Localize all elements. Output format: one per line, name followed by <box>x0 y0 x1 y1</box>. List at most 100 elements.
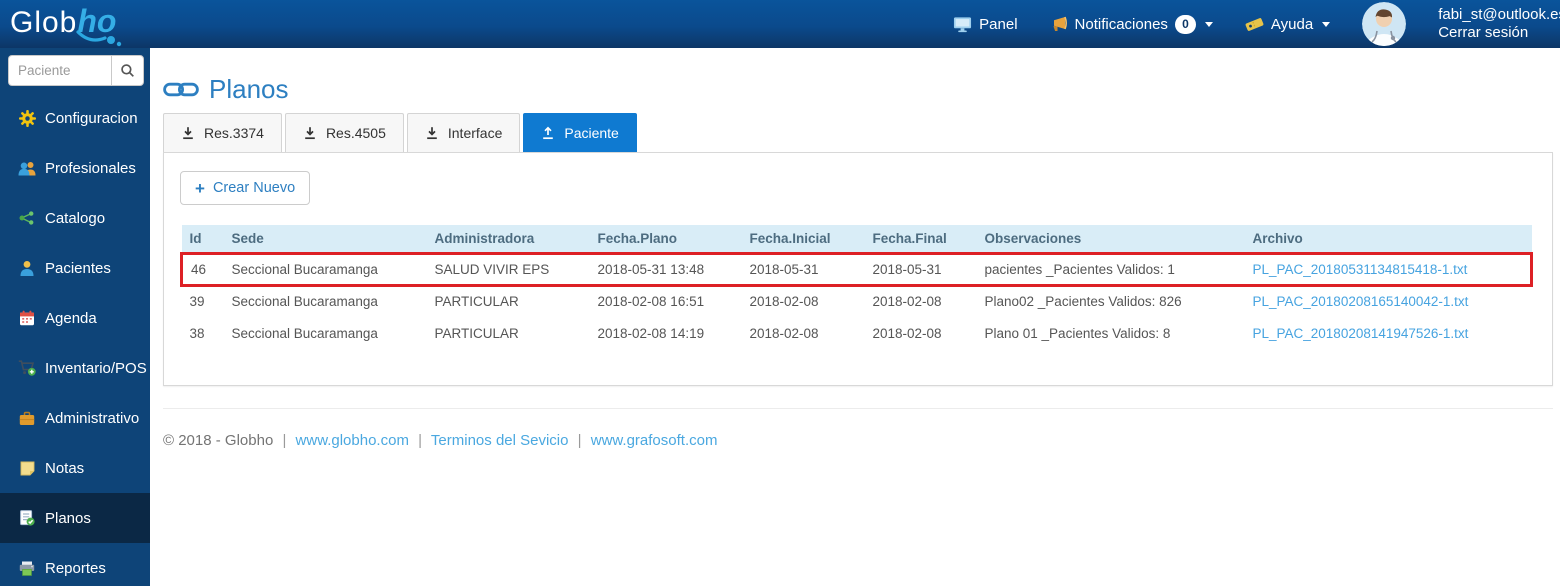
copyright-text: © 2018 - Globho <box>163 432 274 449</box>
table-row: 39 Seccional Bucaramanga PARTICULAR 2018-02… <box>181 285 1532 317</box>
main-content: Planos Res.3374 Res.4505 Interface Pacie… <box>150 48 1560 586</box>
printer-icon <box>18 559 36 577</box>
chevron-down-icon <box>1204 21 1213 27</box>
cell-sede: Seccional Bucaramanga <box>223 251 427 287</box>
page-title: Planos <box>163 74 1553 104</box>
tab-res-4505[interactable]: Res.4505 <box>284 113 404 152</box>
col-observaciones: Observaciones <box>976 225 1245 253</box>
sidebar-item-label: Inventario/POS <box>45 359 147 377</box>
tab-label: Interface <box>447 125 503 141</box>
share-dots-icon <box>18 209 36 227</box>
col-sede: Sede <box>223 225 427 253</box>
person-icon <box>18 259 36 277</box>
tab-label: Res.4505 <box>325 125 386 141</box>
nav-ayuda-label: Ayuda <box>1270 15 1314 33</box>
footer-separator: | <box>418 432 423 449</box>
logo-swoosh-icon <box>76 30 122 47</box>
download-icon <box>427 127 437 140</box>
nav-panel[interactable]: Panel <box>953 16 1018 33</box>
cell-sede: Seccional Bucaramanga <box>223 285 427 317</box>
user-email: fabi_st@outlook.es <box>1438 6 1560 23</box>
page-title-text: Planos <box>209 74 289 104</box>
sidebar: Configuracion Profesionales Catalogo <box>0 48 150 586</box>
sidebar-item-configuracion[interactable]: Configuracion <box>0 93 150 143</box>
tab-bar: Res.3374 Res.4505 Interface Paciente <box>163 113 1553 152</box>
sidebar-item-label: Administrativo <box>45 409 140 427</box>
sidebar-item-planos[interactable]: Planos <box>0 493 150 543</box>
megaphone-icon <box>1053 16 1067 31</box>
archivo-link[interactable]: PL_PAC_20180208165140042-1.txt <box>1253 294 1469 309</box>
logo-text-primary: Glob <box>10 6 78 39</box>
cell-id: 46 <box>180 251 224 287</box>
tab-label: Paciente <box>564 125 619 141</box>
cell-administradora: SALUD VIVIR EPS <box>426 251 590 287</box>
cell-id: 39 <box>181 285 224 317</box>
monitor-icon <box>954 16 972 32</box>
sidebar-item-label: Profesionales <box>45 159 136 177</box>
footer-link-terminos[interactable]: Terminos del Sevicio <box>431 432 569 449</box>
sidebar-item-profesionales[interactable]: Profesionales <box>0 143 150 193</box>
table-header: Id Sede Administradora Fecha.Plano Fecha… <box>181 225 1532 253</box>
sidebar-item-label: Notas <box>45 459 85 477</box>
cell-administradora: PARTICULAR <box>426 317 590 349</box>
user-avatar[interactable] <box>1362 2 1407 46</box>
sidebar-item-reportes[interactable]: Reportes <box>0 543 150 586</box>
col-fecha-final: Fecha.Final <box>864 225 977 253</box>
sidebar-item-label: Agenda <box>45 309 97 327</box>
user-info: fabi_st@outlook.es Cerrar sesión <box>1438 6 1560 42</box>
tab-paciente[interactable]: Paciente <box>523 113 637 152</box>
sidebar-item-label: Configuracion <box>45 109 138 127</box>
sidebar-item-label: Pacientes <box>45 259 111 277</box>
col-archivo: Archivo <box>1244 225 1532 253</box>
nav-ayuda[interactable]: Ayuda <box>1245 15 1331 33</box>
sidebar-item-pacientes[interactable]: Pacientes <box>0 243 150 293</box>
cell-archivo: PL_PAC_20180208165140042-1.txt <box>1244 285 1532 317</box>
sidebar-item-catalogo[interactable]: Catalogo <box>0 193 150 243</box>
link-icon <box>163 82 199 96</box>
cell-fecha_plano: 2018-02-08 14:19 <box>589 317 742 349</box>
cell-fecha_final: 2018-02-08 <box>864 285 977 317</box>
app-logo[interactable]: Globho <box>10 3 122 47</box>
cell-sede: Seccional Bucaramanga <box>223 317 427 349</box>
footer-link-globho[interactable]: www.globho.com <box>296 432 409 449</box>
planos-table-body: 46 Seccional Bucaramanga SALUD VIVIR EPS 20… <box>180 251 1533 349</box>
ticket-icon <box>1245 17 1264 31</box>
notifications-badge: 0 <box>1174 14 1196 34</box>
avatar-image <box>1362 2 1407 46</box>
cell-fecha_inicial: 2018-02-08 <box>741 285 865 317</box>
cell-fecha_plano: 2018-02-08 16:51 <box>589 285 742 317</box>
archivo-link[interactable]: PL_PAC_20180531134815418-1.txt <box>1253 262 1468 277</box>
crear-nuevo-label: Crear Nuevo <box>212 180 296 196</box>
nav-notificaciones[interactable]: Notificaciones 0 <box>1050 14 1213 34</box>
logout-link[interactable]: Cerrar sesión <box>1438 24 1560 42</box>
search-button[interactable] <box>111 55 144 86</box>
tab-interface[interactable]: Interface <box>406 113 521 152</box>
upload-icon <box>543 126 554 140</box>
cell-fecha_final: 2018-05-31 <box>864 251 977 287</box>
tab-res-3374[interactable]: Res.3374 <box>163 113 282 152</box>
footer-separator: | <box>577 432 582 449</box>
table-row: 46 Seccional Bucaramanga SALUD VIVIR EPS 20… <box>180 251 1533 287</box>
sidebar-item-agenda[interactable]: Agenda <box>0 293 150 343</box>
document-check-icon <box>18 509 36 527</box>
sidebar-item-notas[interactable]: Notas <box>0 443 150 493</box>
cell-fecha_inicial: 2018-02-08 <box>741 317 865 349</box>
sidebar-item-label: Reportes <box>45 559 106 577</box>
col-administradora: Administradora <box>426 225 590 253</box>
people-icon <box>18 159 36 177</box>
sticky-note-icon <box>18 459 36 477</box>
search-input[interactable] <box>8 55 111 86</box>
briefcase-icon <box>18 409 36 427</box>
archivo-link[interactable]: PL_PAC_20180208141947526-1.txt <box>1253 326 1469 341</box>
chevron-down-icon <box>1322 21 1331 27</box>
sidebar-item-inventario-pos[interactable]: Inventario/POS <box>0 343 150 393</box>
sidebar-item-label: Catalogo <box>45 209 106 227</box>
footer-link-grafosoft[interactable]: www.grafosoft.com <box>591 432 718 449</box>
top-nav: Panel Notificaciones 0 Ayuda fabi_st@out… <box>953 0 1560 48</box>
sidebar-search <box>0 48 150 93</box>
sidebar-item-administrativo[interactable]: Administrativo <box>0 393 150 443</box>
cell-observaciones: Plano02 _Pacientes Validos: 826 <box>976 285 1245 317</box>
cell-observaciones: pacientes _Pacientes Validos: 1 <box>976 251 1245 287</box>
crear-nuevo-button[interactable]: + Crear Nuevo <box>180 171 311 205</box>
cell-observaciones: Plano 01 _Pacientes Validos: 8 <box>976 317 1245 349</box>
